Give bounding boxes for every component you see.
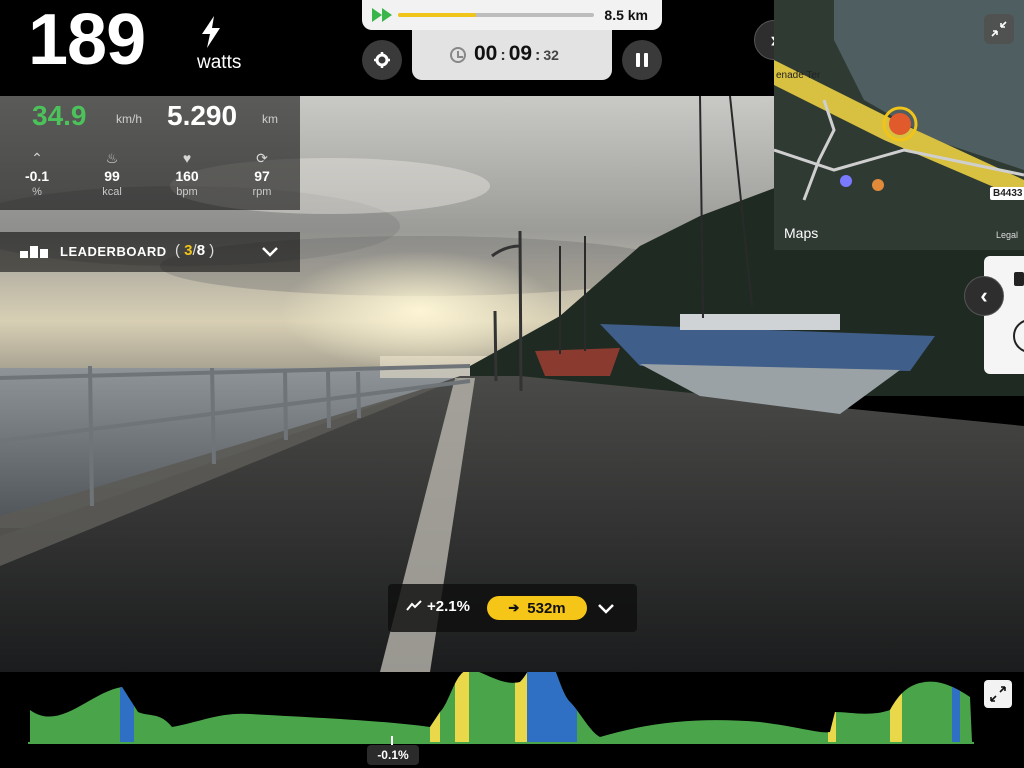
heart-icon: ♥ [182, 150, 192, 166]
map-provider-label: Maps [784, 225, 819, 241]
segment-distance-badge: ➔ 532m [487, 596, 587, 620]
bolt-icon [202, 16, 220, 48]
gradient-icon [406, 600, 422, 611]
flame-icon: ♨ [105, 150, 119, 166]
gear-icon [374, 52, 390, 68]
timer-minutes: 09 [508, 42, 533, 65]
leaderboard-rank: ( 3/8 ) [175, 242, 215, 259]
chevron-left-icon[interactable]: ‹ [964, 276, 1004, 316]
metric-gradient: ⌃ -0.1 % [12, 150, 62, 198]
power-value: 189 [28, 0, 146, 80]
leaderboard-label: LEADERBOARD [60, 244, 167, 259]
metric-value: 160 [175, 168, 199, 184]
leaderboard-position: 3 [184, 242, 193, 259]
metric-value: 99 [104, 168, 120, 184]
chevron-down-icon[interactable] [596, 598, 616, 618]
metric-unit: kcal [102, 186, 122, 198]
metric-value: 97 [254, 168, 270, 184]
pause-button[interactable] [622, 40, 662, 80]
metric-calories: ♨ 99 kcal [87, 150, 137, 198]
timer-separator: : [535, 47, 541, 64]
segment-distance: 532m [527, 599, 566, 617]
clock-icon [450, 47, 466, 63]
timer-separator: : [500, 47, 506, 64]
power-unit: watts [197, 52, 242, 73]
pause-icon [636, 53, 648, 67]
cadence-icon: ⟳ [256, 150, 268, 166]
ride-metrics: 34.9 km/h 5.290 km ⌃ -0.1 % ♨ 99 kcal ♥ … [0, 96, 300, 210]
map-legal[interactable]: Legal [996, 230, 1018, 240]
route-map[interactable]: enade Ter B4433 Maps Legal [774, 0, 1024, 250]
metric-unit: % [32, 186, 42, 198]
elapsed-timer: 00:09:32 [412, 30, 612, 80]
metric-unit: rpm [252, 186, 272, 198]
current-grade-marker: -0.1% [367, 745, 419, 765]
leaderboard-total: 8 [196, 242, 206, 259]
distance-unit: km [262, 112, 278, 126]
metric-unit: bpm [176, 186, 198, 198]
elevation-profile[interactable]: -0.1% [0, 672, 1024, 768]
distance-value: 5.290 [167, 100, 238, 131]
road-label: B4433 [990, 187, 1024, 200]
upcoming-gradient[interactable]: +2.1% ➔ 532m [388, 584, 637, 632]
timer-text: 00:09:32 [474, 42, 559, 66]
metric-cadence: ⟳ 97 rpm [237, 150, 287, 198]
metric-heart-rate: ♥ 160 bpm [162, 150, 212, 198]
leaderboard-toggle[interactable]: LEADERBOARD ( 3/8 ) [0, 232, 300, 272]
metric-value: -0.1 [24, 168, 50, 184]
upcoming-grade: +2.1% [427, 598, 470, 615]
collapse-icon[interactable] [984, 14, 1014, 44]
street-label: enade Ter [776, 70, 821, 81]
chevron-down-icon[interactable] [260, 241, 280, 261]
leaderboard-icon [20, 246, 48, 258]
timer-seconds: 32 [543, 47, 559, 63]
elevation-chart [28, 672, 974, 750]
map-provider: Maps [784, 225, 818, 241]
progress-fill [398, 13, 477, 17]
arrow-right-icon: ➔ [508, 600, 520, 615]
progress-track [398, 13, 594, 17]
route-progress: 8.5 km [362, 0, 662, 30]
expand-icon[interactable] [984, 680, 1012, 708]
fast-forward-icon [372, 8, 392, 22]
settings-button[interactable] [362, 40, 402, 80]
speed-value: 34.9 [32, 100, 87, 131]
speed-unit: km/h [116, 112, 143, 126]
timer-hours: 00 [474, 42, 498, 65]
gradient-icon: ⌃ [31, 150, 43, 166]
total-distance: 8.5 km [604, 7, 648, 23]
